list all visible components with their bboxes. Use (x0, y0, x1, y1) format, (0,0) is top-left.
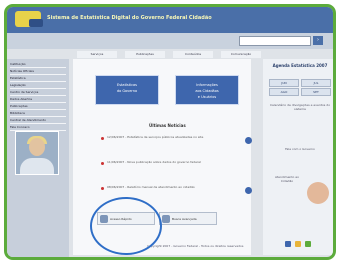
month-chip[interactable]: JUL (301, 79, 331, 87)
month-chip[interactable]: JUN (269, 79, 299, 87)
service-text[interactable]: Atendimento ao Cidadão (269, 175, 305, 183)
sidebar-item[interactable]: Notícias Oficiais (10, 68, 66, 75)
sidebar-item[interactable]: Estatística (10, 75, 66, 82)
news-item[interactable]: 08/06/2007 - Relatório mensal de atendim… (107, 185, 237, 193)
statistics-box-line: do Governo (116, 89, 138, 93)
quick-access-button[interactable]: Acesso Rápido (97, 212, 155, 225)
bullet-icon (101, 137, 104, 140)
baby-photo (307, 182, 329, 204)
bullet-icon (101, 162, 104, 165)
statistics-box[interactable]: Estatísticas do Governo (95, 75, 159, 105)
sidebar-item[interactable]: Instituição (10, 61, 66, 68)
sidebar-item[interactable]: Publicações (10, 103, 66, 110)
search-icon (162, 215, 170, 223)
sidebar-item[interactable]: Fale Conosco (10, 124, 66, 131)
person-photo (15, 131, 59, 175)
month-chip[interactable]: AGO (269, 88, 299, 96)
arrow-right-icon[interactable] (245, 187, 252, 194)
document-icon (100, 215, 108, 223)
sidebar-item[interactable]: Central de Atendimento (10, 117, 66, 124)
news-item[interactable]: 11/06/2007 - Nova publicação sobre dados… (107, 160, 237, 168)
site-title: Sistema de Estatística Digital do Govern… (47, 15, 212, 21)
quick-access-label: Acesso Rápido (110, 217, 132, 221)
tab-conteudos[interactable]: Conteúdos (173, 51, 213, 58)
information-box[interactable]: Informações aos Cidadãos e Usuários (175, 75, 239, 105)
bullet-icon (101, 187, 104, 190)
agenda-title: Agenda Estatística 2007 (272, 63, 328, 68)
information-box-line: e Usuários (197, 95, 217, 99)
sidebar-item[interactable]: Centro de Serviços (10, 89, 66, 96)
photo-face (29, 138, 45, 156)
contact-text[interactable]: Fale com o Governo (269, 147, 331, 151)
footer-text: Copyright 2007 - Governo Federal - Todos… (147, 244, 244, 248)
search-button[interactable]: › (313, 36, 323, 45)
arrow-right-icon[interactable] (245, 137, 252, 144)
month-chip[interactable]: SET (301, 88, 331, 96)
accessibility-icon[interactable] (285, 241, 291, 247)
logo-accent (29, 19, 43, 27)
sidebar-item[interactable]: Dados Abertos (10, 96, 66, 103)
browser-frame: Sistema de Estatística Digital do Govern… (4, 4, 336, 260)
sidebar-item[interactable]: Biblioteca (10, 110, 66, 117)
agenda-text: Calendário de divulgações e eventos do s… (269, 103, 331, 111)
advanced-search-button[interactable]: Busca Avançada (159, 212, 217, 225)
sidebar-item[interactable]: Legislação (10, 82, 66, 89)
search-input[interactable] (239, 36, 311, 46)
star-icon[interactable] (295, 241, 301, 247)
photo-shoulders (20, 158, 54, 174)
flag-icon[interactable] (305, 241, 311, 247)
tab-comunicacao[interactable]: Comunicação (221, 51, 261, 58)
news-item[interactable]: 12/06/2007 - Estatística de serviços púb… (107, 135, 237, 143)
site-header: Sistema de Estatística Digital do Govern… (7, 7, 333, 33)
site-logo[interactable] (15, 11, 43, 27)
tab-servicos[interactable]: Serviços (77, 51, 117, 58)
tab-publicacoes[interactable]: Publicações (125, 51, 165, 58)
news-title: Últimas Notícias (149, 123, 186, 128)
advanced-search-label: Busca Avançada (172, 217, 197, 221)
